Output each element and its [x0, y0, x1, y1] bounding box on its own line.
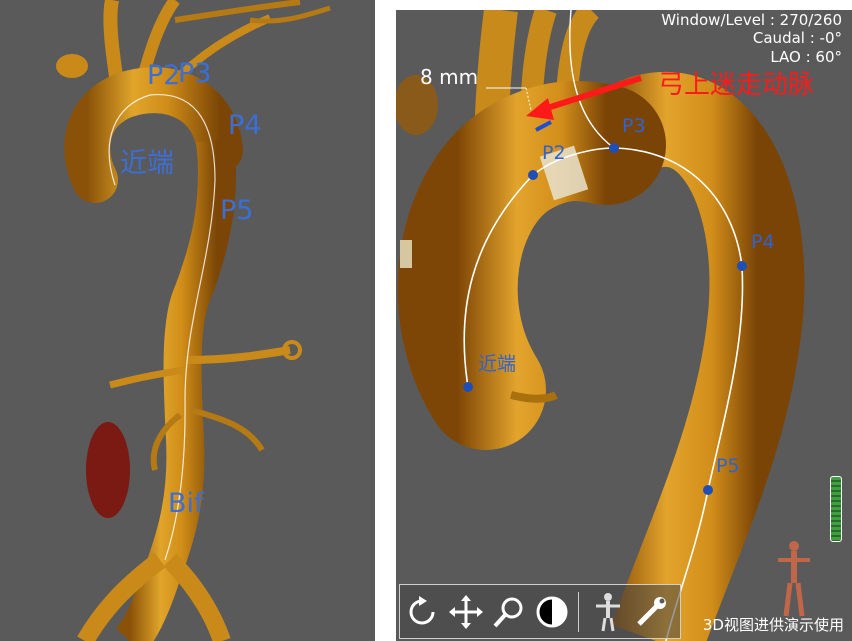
demo-notice: 3D视图进供演示使用 [702, 616, 844, 634]
marker-point-p2 [528, 170, 538, 180]
marker-label-p5: P5 [716, 455, 740, 477]
marker-label-proximal: 近端 [120, 148, 174, 179]
marker-label-p3: P3 [178, 58, 212, 89]
marker-point-p4 [737, 261, 747, 271]
annotation-label: 弓上迷走动脉 [658, 70, 815, 100]
view-toolbar [399, 584, 681, 639]
rotate-icon[interactable] [403, 589, 443, 635]
marker-point-p3 [609, 143, 619, 153]
measurement-label: 8 mm [420, 65, 479, 89]
window-level-readout: Window/Level : 270/260 [661, 11, 842, 29]
caudal-readout: Caudal : -0° [752, 29, 842, 47]
aorta-full-render [56, 0, 331, 641]
marker-label-p2: P2 [542, 142, 566, 164]
left-3d-view[interactable]: P2 P3 P4 P5 近端 Bif [0, 0, 375, 641]
marker-label-p2: P2 [147, 60, 181, 91]
marker-label-p4: P4 [228, 110, 262, 141]
wrench-icon[interactable] [631, 589, 671, 635]
orientation-figure-icon [778, 541, 810, 617]
human-figure-icon[interactable] [588, 589, 628, 635]
marker-label-p3: P3 [622, 115, 646, 137]
window-level-icon[interactable] [532, 589, 572, 635]
right-3d-view[interactable]: Window/Level : 270/260 Caudal : -0° LAO … [396, 10, 852, 641]
pan-icon[interactable] [446, 589, 486, 635]
zoom-icon[interactable] [489, 589, 529, 635]
marker-point-p5 [703, 485, 713, 495]
marker-label-proximal: 近端 [478, 353, 517, 375]
level-slider[interactable] [830, 476, 842, 542]
toolbar-divider [578, 591, 579, 632]
marker-label-p4: P4 [751, 231, 775, 253]
marker-point-proximal [463, 382, 473, 392]
lao-readout: LAO : 60° [770, 48, 842, 66]
marker-label-p5: P5 [220, 195, 254, 226]
marker-label-bifurcation: Bif [168, 488, 204, 519]
